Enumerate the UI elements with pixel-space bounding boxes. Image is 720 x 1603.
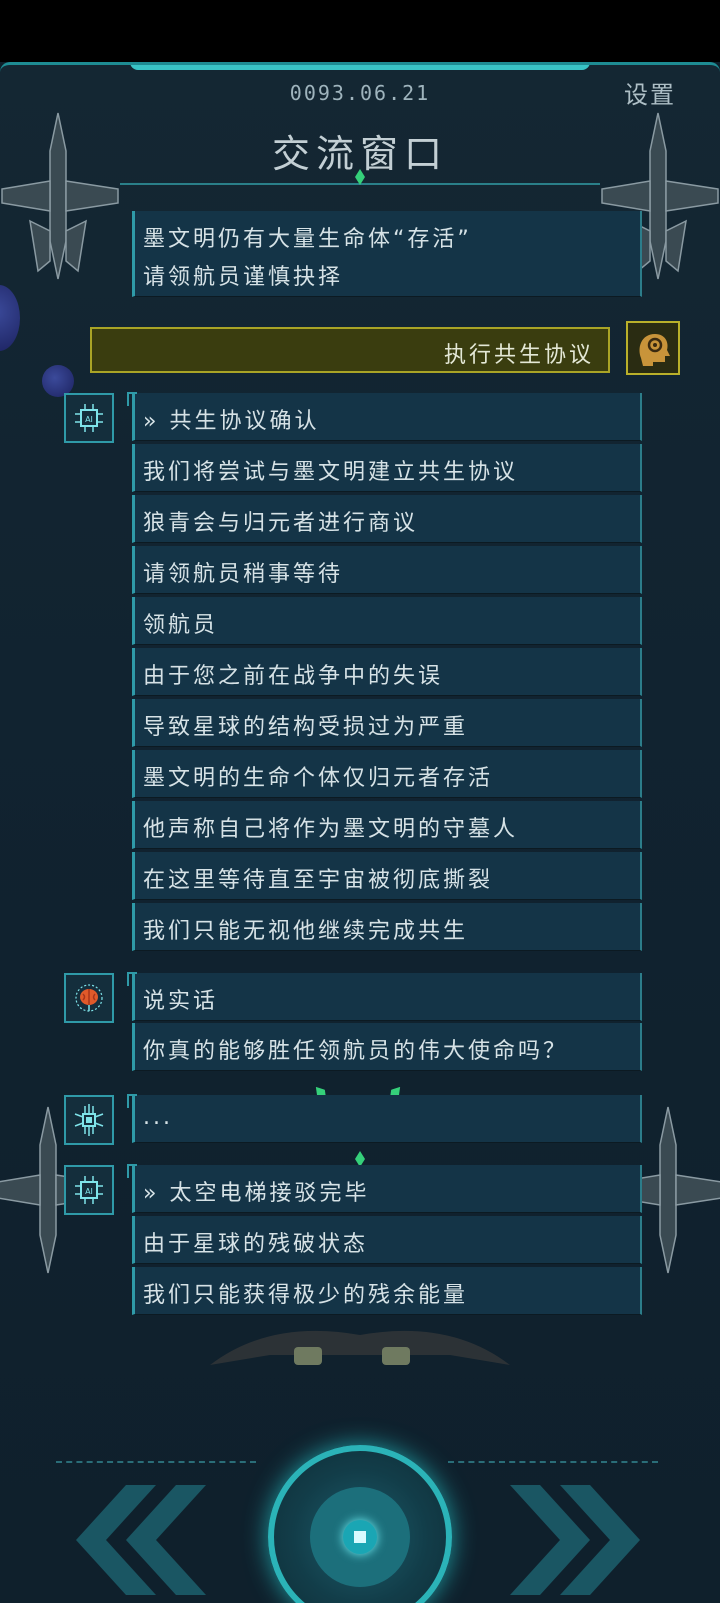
player-choice-bar: 执行共生协议 bbox=[90, 327, 610, 373]
control-divider-right bbox=[448, 1461, 658, 1463]
ai-chip-icon: AI bbox=[64, 1165, 114, 1215]
double-chevron-right-icon[interactable] bbox=[500, 1485, 650, 1595]
communication-window: 0093.06.21 设置 交流窗口 墨文明仍有大量生命体“存活” 请领航员谨慎… bbox=[0, 62, 720, 1603]
dialog-line: 墨文明的生命个体仅归元者存活 bbox=[132, 750, 642, 798]
square-dot-icon bbox=[354, 1531, 366, 1543]
dialog-line: 我们将尝试与墨文明建立共生协议 bbox=[132, 444, 642, 492]
dialog-line: 他声称自己将作为墨文明的守墓人 bbox=[132, 801, 642, 849]
dialog-line: 导致星球的结构受损过为严重 bbox=[132, 699, 642, 747]
dialog-line: » 太空电梯接驳完毕 bbox=[127, 1164, 642, 1213]
dialog-line: 请领航员稍事等待 bbox=[132, 546, 642, 594]
dialog-line: ... bbox=[127, 1094, 642, 1143]
head-gear-icon bbox=[626, 321, 680, 375]
dialog-line: 请领航员谨慎抉择 bbox=[132, 249, 642, 297]
circuit-chip-icon bbox=[64, 1095, 114, 1145]
advance-dialog-button[interactable] bbox=[268, 1445, 452, 1603]
ship-hull-decoration bbox=[210, 1330, 510, 1365]
dialog-line: » 共生协议确认 bbox=[127, 392, 642, 441]
planet-decoration bbox=[0, 285, 20, 351]
dialog-line: 说实话 bbox=[127, 972, 642, 1021]
svg-text:AI: AI bbox=[85, 415, 93, 424]
control-panel bbox=[0, 1330, 720, 1603]
dialog-line: 我们只能获得极少的残余能量 bbox=[132, 1267, 642, 1315]
status-bar bbox=[0, 0, 720, 62]
svg-text:AI: AI bbox=[85, 1187, 93, 1196]
dialog-line: 你真的能够胜任领航员的伟大使命吗？ bbox=[132, 1023, 642, 1071]
ai-chip-icon: AI bbox=[64, 393, 114, 443]
dialog-line: 我们只能无视他继续完成共生 bbox=[132, 903, 642, 951]
dialog-line: 由于星球的残破状态 bbox=[132, 1216, 642, 1264]
frame-top-glow bbox=[130, 65, 590, 70]
dialog-line: 领航员 bbox=[132, 597, 642, 645]
dialog-line: 在这里等待直至宇宙被彻底撕裂 bbox=[132, 852, 642, 900]
settings-button[interactable]: 设置 bbox=[624, 75, 676, 110]
dialog-line: 由于您之前在战争中的失误 bbox=[132, 648, 642, 696]
dialog-line: 狼青会与归元者进行商议 bbox=[132, 495, 642, 543]
button-ring bbox=[310, 1487, 410, 1587]
brain-icon bbox=[64, 973, 114, 1023]
button-core bbox=[343, 1520, 377, 1554]
control-divider-left bbox=[56, 1461, 256, 1463]
double-chevron-left-icon[interactable] bbox=[66, 1485, 216, 1595]
game-date: 0093.06.21 bbox=[289, 81, 431, 105]
